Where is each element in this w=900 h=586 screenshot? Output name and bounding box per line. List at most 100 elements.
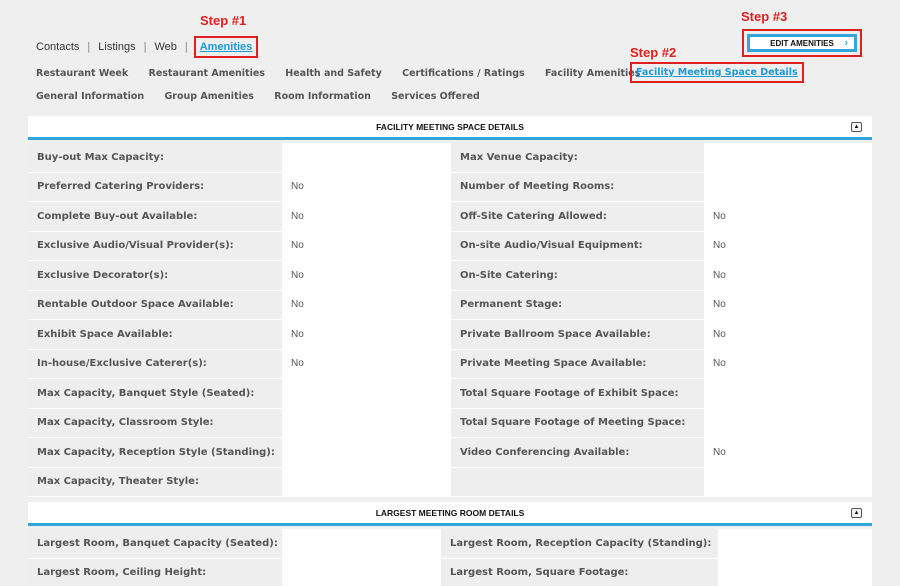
collapse-icon[interactable]: ▲ [851,122,862,132]
field-label: Buy-out Max Capacity: [28,143,282,172]
tab-room-information[interactable]: Room Information [274,91,371,102]
field-value: No [704,320,872,349]
nav-listings[interactable]: Listings [98,41,135,53]
table-row: Preferred Catering Providers: No Number of… [28,172,872,202]
nav-amenities[interactable]: Amenities [200,41,253,53]
collapse-icon[interactable]: ▲ [851,508,862,518]
field-label: Private Ballroom Space Available: [451,320,704,349]
field-label: Complete Buy-out Available: [28,202,282,231]
field-label: Permanent Stage: [451,290,704,319]
field-label: Max Capacity, Reception Style (Standing)… [28,438,282,467]
tab-restaurant-week[interactable]: Restaurant Week [36,68,128,79]
field-label: Off-Site Catering Allowed: [451,202,704,231]
category-tabs-row-2: General Information Group Amenities Room… [36,91,497,102]
amenities-highlight: Amenities [193,36,259,58]
tab-health-and-safety[interactable]: Health and Safety [285,68,382,79]
active-tab-highlight: Facility Meeting Space Details [630,62,804,83]
edit-amenities-highlight: EDIT AMENITIES › [742,29,862,57]
step-1-label: Step #1 [200,13,247,28]
table-row: Max Capacity, Banquet Style (Seated): Tot… [28,379,872,409]
tab-facility-meeting-space-details[interactable]: Facility Meeting Space Details [636,67,798,78]
field-label: Max Venue Capacity: [451,143,704,172]
table-row: Max Capacity, Classroom Style: Total Squa… [28,408,872,438]
field-value: No [282,349,451,378]
largest-room-grid: Largest Room, Banquet Capacity (Seated):… [28,529,872,586]
field-value [718,558,872,586]
field-value: No [282,172,451,201]
field-label: Largest Room, Banquet Capacity (Seated): [28,529,282,558]
field-label: Preferred Catering Providers: [28,172,282,201]
field-value [282,438,451,467]
tab-certifications-ratings[interactable]: Certifications / Ratings [402,68,525,79]
field-label: Private Meeting Space Available: [451,349,704,378]
table-row: Exclusive Audio/Visual Provider(s): No On-… [28,231,872,261]
field-value [282,529,441,558]
field-value [718,529,872,558]
field-value: No [704,438,872,467]
field-value: No [704,290,872,319]
section-header-largest-room: LARGEST MEETING ROOM DETAILS ▲ [28,502,872,526]
field-label: Max Capacity, Banquet Style (Seated): [28,379,282,408]
table-row: Exclusive Decorator(s): No On-Site Caterin… [28,261,872,291]
field-label: Exclusive Audio/Visual Provider(s): [28,231,282,260]
nav-separator: | [87,41,91,53]
field-value [282,408,451,437]
field-value: No [704,349,872,378]
tab-group-amenities[interactable]: Group Amenities [164,91,254,102]
nav-contacts[interactable]: Contacts [36,41,79,53]
table-row: In-house/Exclusive Caterer(s): No Private … [28,349,872,379]
field-label: On-site Audio/Visual Equipment: [451,231,704,260]
table-row: Largest Room, Ceiling Height: Largest Roo… [28,558,872,586]
field-value: No [282,320,451,349]
field-label: Total Square Footage of Meeting Space: [451,408,704,437]
edit-amenities-label: EDIT AMENITIES [770,38,834,48]
field-label: Exclusive Decorator(s): [28,261,282,290]
nav-separator: | [143,41,147,53]
edit-amenities-button[interactable]: EDIT AMENITIES › [747,34,857,52]
tab-facility-amenities[interactable]: Facility Amenities [545,68,640,79]
field-label: Max Capacity, Classroom Style: [28,408,282,437]
tab-services-offered[interactable]: Services Offered [391,91,480,102]
tab-restaurant-amenities[interactable]: Restaurant Amenities [149,68,265,79]
field-value: No [704,231,872,260]
field-value [282,467,451,496]
table-row: Max Capacity, Theater Style: [28,467,872,497]
field-label: Largest Room, Ceiling Height: [28,558,282,586]
section-title: FACILITY MEETING SPACE DETAILS [376,121,524,132]
nav-separator: | [184,41,188,53]
field-label: Total Square Footage of Exhibit Space: [451,379,704,408]
table-row: Max Capacity, Reception Style (Standing)… [28,438,872,468]
table-row: Buy-out Max Capacity: Max Venue Capacity: [28,143,872,173]
field-label: Largest Room, Reception Capacity (Standi… [441,529,718,558]
field-value: No [282,261,451,290]
field-value: No [704,202,872,231]
field-label: Rentable Outdoor Space Available: [28,290,282,319]
section-header-meeting-space: FACILITY MEETING SPACE DETAILS ▲ [28,116,872,140]
field-value: No [704,261,872,290]
field-value [704,143,872,172]
field-label [451,467,704,496]
field-value [704,467,872,496]
field-value: No [282,290,451,319]
table-row: Exhibit Space Available: No Private Ballro… [28,320,872,350]
step-2-label: Step #2 [630,45,677,60]
field-label: In-house/Exclusive Caterer(s): [28,349,282,378]
top-nav: Contacts | Listings | Web | Amenities [36,36,259,58]
step-3-label: Step #3 [741,9,788,24]
table-row: Complete Buy-out Available: No Off-Site Ca… [28,202,872,232]
field-value [282,558,441,586]
field-label: Number of Meeting Rooms: [451,172,704,201]
section-title: LARGEST MEETING ROOM DETAILS [375,507,525,518]
chevron-right-icon: › [844,37,848,49]
field-value [704,379,872,408]
tab-general-information[interactable]: General Information [36,91,144,102]
field-label: Largest Room, Square Footage: [441,558,718,586]
field-label: Exhibit Space Available: [28,320,282,349]
table-row: Rentable Outdoor Space Available: No Perma… [28,290,872,320]
field-value [282,143,451,172]
nav-web[interactable]: Web [154,41,176,53]
meeting-space-grid: Buy-out Max Capacity: Max Venue Capacity:… [28,143,872,497]
field-value: No [282,231,451,260]
field-value [704,408,872,437]
field-label: Video Conferencing Available: [451,438,704,467]
